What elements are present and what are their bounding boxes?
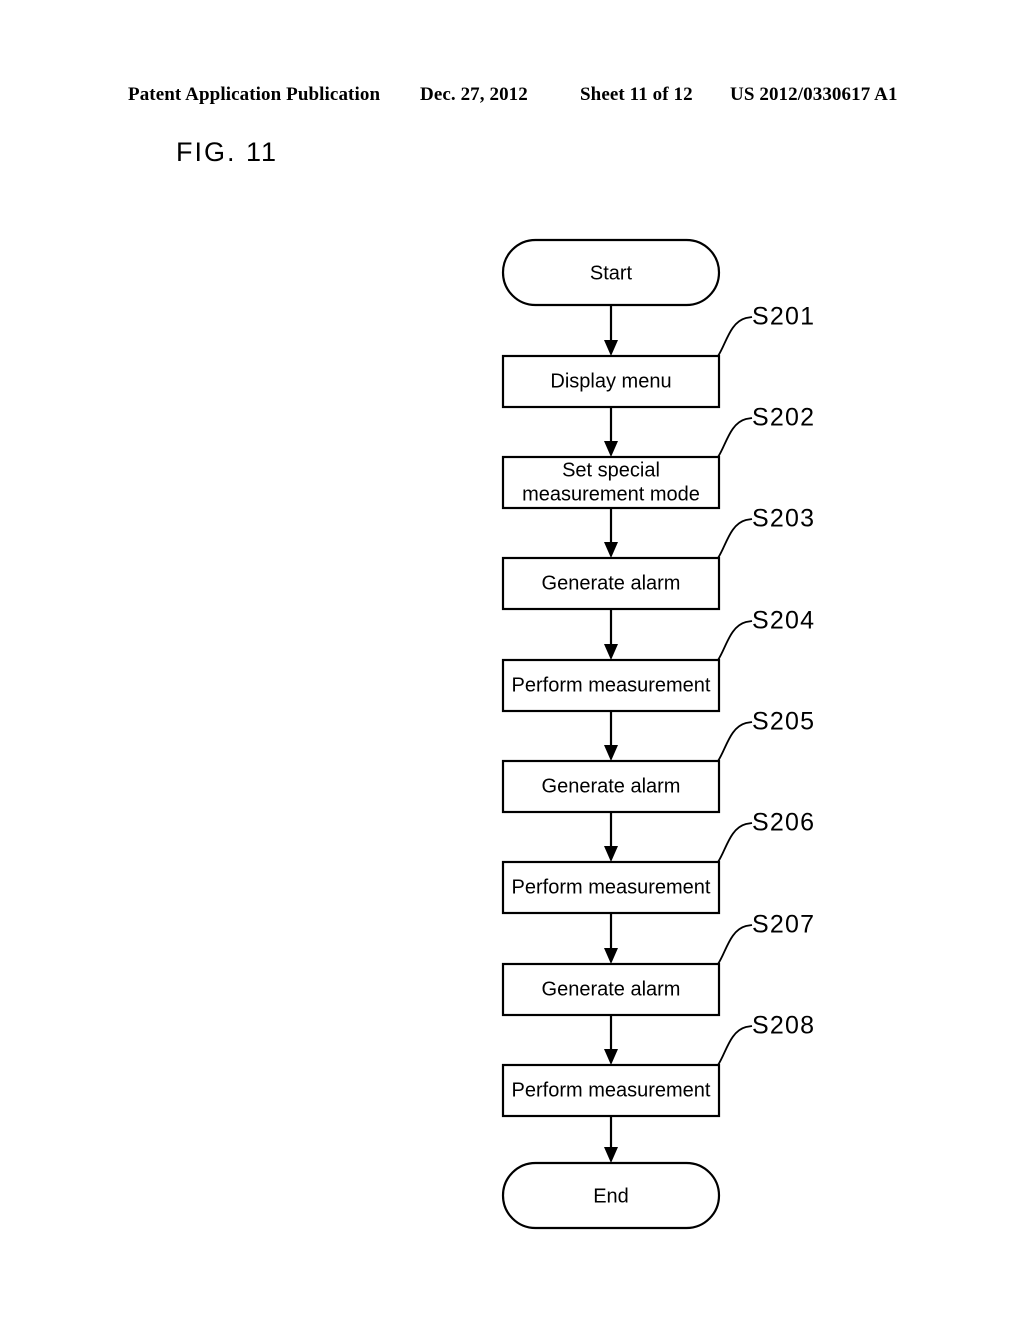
leader-line-s206 [717,822,753,863]
reference-label-s207: S207 [752,911,815,939]
connector-s202-to-s203 [604,508,618,558]
reference-label-s205: S205 [752,708,815,736]
s207-label: Generate alarm [542,978,681,1000]
end-label: End [593,1185,629,1207]
leader-line-s207 [717,924,753,965]
leader-line-s208 [717,1025,753,1066]
leader-line-s202 [717,417,753,458]
s205-label: Generate alarm [542,775,681,797]
s203-label: Generate alarm [542,572,681,594]
connector-s208-to-end [604,1116,618,1163]
reference-label-s202: S202 [752,404,815,432]
flow-node-s208: Perform measurement [501,1063,721,1118]
s204-label: Perform measurement [512,674,711,696]
reference-label-s204: S204 [752,607,815,635]
connector-s203-to-s204 [604,609,618,660]
connector-s206-to-s207 [604,913,618,964]
flow-node-start: Start [501,238,721,307]
reference-label-s208: S208 [752,1012,815,1040]
connector-s201-to-s202 [604,407,618,457]
reference-label-s206: S206 [752,809,815,837]
s202-label-line2: measurement mode [522,483,700,505]
leader-line-s201 [717,316,753,357]
flow-node-s202: Set special measurement mode [501,455,721,510]
flow-node-s201: Display menu [501,354,721,409]
flow-node-s205: Generate alarm [501,759,721,814]
reference-label-s201: S201 [752,303,815,331]
s202-label-line1: Set special [562,459,660,481]
s208-label: Perform measurement [512,1079,711,1101]
leader-line-s203 [717,518,753,559]
flow-node-s206: Perform measurement [501,860,721,915]
connector-s204-to-s205 [604,711,618,761]
flow-connectors [604,305,618,1163]
flow-node-s207: Generate alarm [501,962,721,1017]
leader-line-s204 [717,620,753,661]
flow-node-s204: Perform measurement [501,658,721,713]
leader-line-s205 [717,721,753,762]
connector-s205-to-s206 [604,812,618,862]
s206-label: Perform measurement [512,876,711,898]
start-label: Start [590,262,633,284]
flow-node-end: End [501,1161,721,1230]
flowchart-diagram: Start Display menu S201 Set special meas… [501,238,815,1230]
reference-label-s203: S203 [752,505,815,533]
flow-node-s203: Generate alarm [501,556,721,611]
s201-label: Display menu [550,370,671,392]
connector-start-to-s201 [604,305,618,356]
connector-s207-to-s208 [604,1015,618,1065]
reference-leader-lines [717,316,753,1066]
